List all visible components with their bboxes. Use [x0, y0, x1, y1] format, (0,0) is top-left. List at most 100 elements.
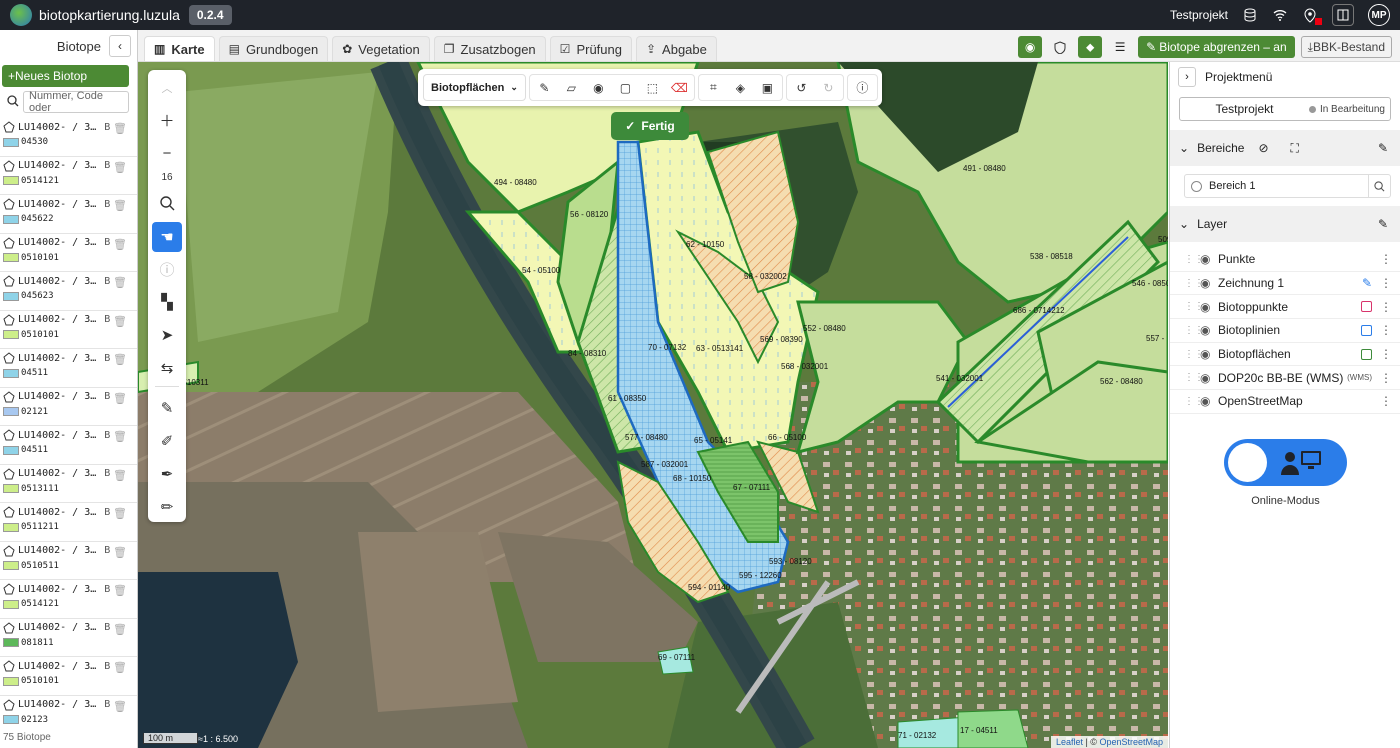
- trash-icon[interactable]: 🗑: [113, 430, 127, 443]
- layers-section-header[interactable]: ⌄ Layer ✎: [1170, 206, 1400, 242]
- panel-toggle-icon[interactable]: [1332, 4, 1354, 26]
- drag-handle-icon[interactable]: ⋮⋮: [1184, 372, 1204, 383]
- tab-vegetation[interactable]: ✿ Vegetation: [332, 36, 430, 61]
- drag-handle-icon[interactable]: ⋮⋮: [1184, 325, 1204, 336]
- tab-karte[interactable]: ▥ Karte: [144, 36, 215, 61]
- tab-abgabe[interactable]: ⇪ Abgabe: [635, 36, 717, 61]
- measure-ruler-icon[interactable]: ▚: [152, 288, 182, 318]
- polygon-edit-icon[interactable]: ▱: [559, 75, 584, 100]
- location-icon[interactable]: [1302, 7, 1322, 25]
- list-item[interactable]: LU14002- / 3… B 🗑 045623: [0, 272, 137, 311]
- layer-item[interactable]: ⋮⋮ ◉ OpenStreetMap ⋮: [1170, 390, 1400, 414]
- database-icon[interactable]: [1242, 7, 1258, 23]
- project-menu-label[interactable]: Projektmenü: [1205, 70, 1272, 84]
- info-icon[interactable]: ⓘ: [152, 255, 182, 285]
- zoom-in-button[interactable]: ＋: [152, 106, 182, 136]
- zoom-to-area-icon[interactable]: [1368, 175, 1390, 197]
- layer-item[interactable]: ⋮⋮ ◉ Biotopflächen ⋮: [1170, 343, 1400, 367]
- list-item[interactable]: LU14002- / 3… B 🗑 02123: [0, 696, 137, 734]
- eye-icon[interactable]: ◉: [1200, 347, 1216, 361]
- eye-icon[interactable]: ◉: [1200, 394, 1216, 408]
- eye-icon[interactable]: ◉: [1200, 252, 1216, 266]
- tab-grundbogen[interactable]: ▤ Grundbogen: [218, 36, 329, 61]
- tag-icon[interactable]: ⬥: [1078, 36, 1103, 58]
- more-icon[interactable]: ⋮: [1378, 371, 1394, 385]
- crop-icon[interactable]: ⌗: [701, 75, 726, 100]
- area-item[interactable]: Bereich 1: [1184, 174, 1391, 198]
- bbk-bestand-button[interactable]: ⤓ BBK-Bestand: [1300, 36, 1392, 58]
- areas-section-header[interactable]: ⌄ Bereiche ⊘ ⛶ ✎: [1170, 130, 1400, 166]
- drag-handle-icon[interactable]: ⋮⋮: [1184, 278, 1204, 289]
- trash-icon[interactable]: 🗑: [113, 623, 127, 636]
- more-icon[interactable]: ⋮: [1378, 300, 1394, 314]
- list-item[interactable]: LU14002- / 3… B 🗑 045622: [0, 195, 137, 234]
- trash-icon[interactable]: 🗑: [113, 507, 127, 520]
- trash-icon[interactable]: 🗑: [113, 700, 127, 713]
- osm-link[interactable]: OpenStreetMap: [1099, 737, 1163, 747]
- radio-icon[interactable]: [1191, 180, 1202, 192]
- trash-icon[interactable]: 🗑: [113, 392, 127, 405]
- target-icon[interactable]: ◉: [586, 75, 611, 100]
- layer-item[interactable]: ⋮⋮ ◉ Zeichnung 1 ✎ ⋮: [1170, 272, 1400, 296]
- eraser-icon[interactable]: ⌫: [667, 75, 692, 100]
- tab-zusatzbogen[interactable]: ❐ Zusatzbogen: [433, 36, 546, 61]
- trash-icon[interactable]: 🗑: [113, 199, 127, 212]
- trash-icon[interactable]: 🗑: [113, 122, 127, 135]
- trash-icon[interactable]: 🗑: [113, 661, 127, 674]
- user-avatar[interactable]: MP: [1368, 4, 1390, 26]
- list-item[interactable]: LU14002- / 3… B 🗑 0510101: [0, 311, 137, 349]
- map-view[interactable]: 494 - 08480 491 - 08480 56 - 08120 62 - 101…: [138, 62, 1168, 748]
- pencil-icon[interactable]: ✎: [1362, 276, 1372, 290]
- shield-icon[interactable]: [1048, 36, 1072, 58]
- trash-icon[interactable]: 🗑: [113, 238, 127, 251]
- draw-fill-icon[interactable]: ✒: [152, 459, 182, 489]
- navigate-arrow-icon[interactable]: ➤: [152, 320, 182, 350]
- trash-icon[interactable]: 🗑: [113, 315, 127, 328]
- drag-handle-icon[interactable]: ⋮⋮: [1184, 396, 1204, 407]
- list-item[interactable]: LU14002- / 3… B 🗑 0513111: [0, 465, 137, 503]
- list-item[interactable]: LU14002- / 3… B 🗑 04530: [0, 118, 137, 157]
- search-input[interactable]: Nummer, Code oder: [23, 90, 129, 114]
- edit-areas-icon[interactable]: ✎: [1378, 141, 1400, 155]
- list-item[interactable]: LU14002- / 3… B 🗑 081811: [0, 619, 137, 657]
- draw-point-icon[interactable]: ✎: [152, 393, 182, 423]
- search-map-icon[interactable]: [152, 189, 182, 219]
- more-icon[interactable]: ⋮: [1378, 347, 1394, 361]
- trash-icon[interactable]: 🗑: [113, 584, 127, 597]
- list-item[interactable]: LU14002- / 3… B 🗑 0510511: [0, 542, 137, 580]
- drag-handle-icon[interactable]: ⋮⋮: [1184, 349, 1204, 360]
- list-item[interactable]: LU14002- / 3… B 🗑 0510101: [0, 657, 137, 696]
- drag-handle-icon[interactable]: ⋮⋮: [1184, 254, 1204, 265]
- layer-select[interactable]: Biotopflächen ⌄: [423, 74, 526, 101]
- layer-item[interactable]: ⋮⋮ ◉ Punkte ⋮: [1170, 248, 1400, 272]
- redo-icon[interactable]: ↻: [816, 75, 841, 100]
- zoom-out-button[interactable]: −: [152, 139, 182, 169]
- trash-icon[interactable]: 🗑: [113, 546, 127, 559]
- eye-icon[interactable]: ◉: [1200, 371, 1216, 385]
- undo-icon[interactable]: ↺: [789, 75, 814, 100]
- list-item[interactable]: LU14002- / 3… B 🗑 02121: [0, 388, 137, 426]
- select-cursor-icon[interactable]: ⬚: [640, 75, 665, 100]
- project-selector[interactable]: Testprojekt In Bearbeitung: [1179, 97, 1391, 121]
- biotope-abgrenzen-button[interactable]: ✎ Biotope abgrenzen – an: [1138, 36, 1295, 58]
- fill-icon[interactable]: ◈: [728, 75, 753, 100]
- project-name[interactable]: Testprojekt: [1170, 8, 1228, 22]
- more-icon[interactable]: ⋮: [1378, 394, 1394, 408]
- drag-handle-icon[interactable]: ⋮⋮: [1184, 301, 1204, 312]
- tab-pruefung[interactable]: ☑ Prüfung: [549, 36, 632, 61]
- eye-icon[interactable]: ◉: [1200, 276, 1216, 290]
- collapse-panel-button[interactable]: ‹: [109, 35, 131, 57]
- pan-hand-icon[interactable]: ☚: [152, 221, 182, 252]
- new-biotope-button[interactable]: +Neues Biotop: [2, 65, 129, 87]
- chevron-up-icon[interactable]: ︿: [152, 73, 182, 103]
- map-canvas[interactable]: [138, 62, 1168, 748]
- more-icon[interactable]: ⋮: [1378, 276, 1394, 290]
- trash-icon[interactable]: 🗑: [113, 353, 127, 366]
- list-item[interactable]: LU14002- / 3… B 🗑 0511211: [0, 503, 137, 542]
- edit-layers-icon[interactable]: ✎: [1378, 217, 1400, 231]
- clipboard-icon[interactable]: ▣: [755, 75, 780, 100]
- erase-pen-icon[interactable]: ✏: [152, 492, 182, 522]
- draw-polygon-icon[interactable]: ✎: [532, 75, 557, 100]
- fullscreen-icon[interactable]: ⛶: [1291, 141, 1299, 156]
- draw-line-icon[interactable]: ✐: [152, 426, 182, 456]
